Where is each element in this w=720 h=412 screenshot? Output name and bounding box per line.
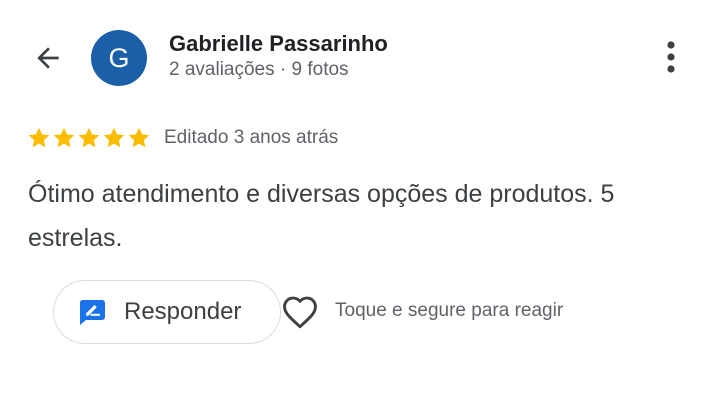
avatar-letter: G [108,42,130,73]
rating-row: Editado 3 anos atrás [27,124,338,152]
author-name[interactable]: Gabrielle Passarinho [169,31,388,57]
heart-outline-icon [283,296,317,329]
author-meta: 2 avaliações · 9 fotos [169,59,349,80]
avatar[interactable]: G [91,30,147,86]
star-rating [27,126,151,150]
more-options-button[interactable] [650,36,692,78]
edited-label: Editado 3 anos atrás [164,127,339,148]
star-icon [103,127,125,148]
review-text: Ótimo atendimento e diversas opções de p… [28,180,615,252]
react-button[interactable] [280,294,320,330]
reply-label: Responder [124,298,242,325]
more-vert-icon [667,41,675,73]
reply-button[interactable]: Responder [53,280,281,344]
arrow-back-icon [37,47,59,69]
react-hint: Toque e segure para reagir [335,300,564,321]
back-button[interactable] [26,36,70,80]
star-icon [78,127,100,148]
star-icon [28,127,50,148]
star-icon [53,127,75,148]
star-icon [128,127,150,148]
rate-review-icon [79,300,105,325]
